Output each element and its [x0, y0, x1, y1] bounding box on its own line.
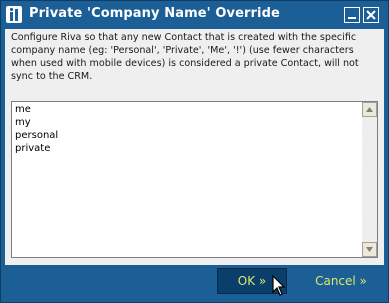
list-item[interactable]: personal — [15, 129, 58, 142]
cancel-button[interactable]: Cancel » — [306, 268, 376, 294]
scroll-up-button[interactable] — [362, 102, 377, 117]
minimize-button[interactable] — [344, 7, 360, 23]
scroll-down-arrow-icon — [366, 247, 373, 252]
scroll-up-arrow-icon — [366, 107, 373, 112]
riva-app-icon — [6, 6, 22, 23]
window-title: Private 'Company Name' Override — [29, 6, 280, 21]
list-item[interactable]: me — [15, 103, 58, 116]
title-bar[interactable]: Private 'Company Name' Override — [1, 1, 388, 29]
description-text: Configure Riva so that any new Contact t… — [11, 32, 359, 82]
list-item[interactable]: my — [15, 116, 58, 129]
dialog-content: Configure Riva so that any new Contact t… — [5, 29, 384, 265]
mouse-pointer-icon — [272, 275, 286, 296]
list-item[interactable]: private — [15, 142, 58, 155]
vertical-scrollbar[interactable] — [362, 102, 377, 257]
minimize-icon — [348, 17, 356, 19]
close-icon — [366, 10, 376, 20]
list-items: me my personal private — [15, 103, 58, 155]
scroll-down-button[interactable] — [362, 242, 377, 257]
company-name-list[interactable]: me my personal private — [11, 101, 378, 258]
close-button[interactable] — [363, 7, 379, 23]
dialog-window: Private 'Company Name' Override Configur… — [0, 0, 389, 303]
